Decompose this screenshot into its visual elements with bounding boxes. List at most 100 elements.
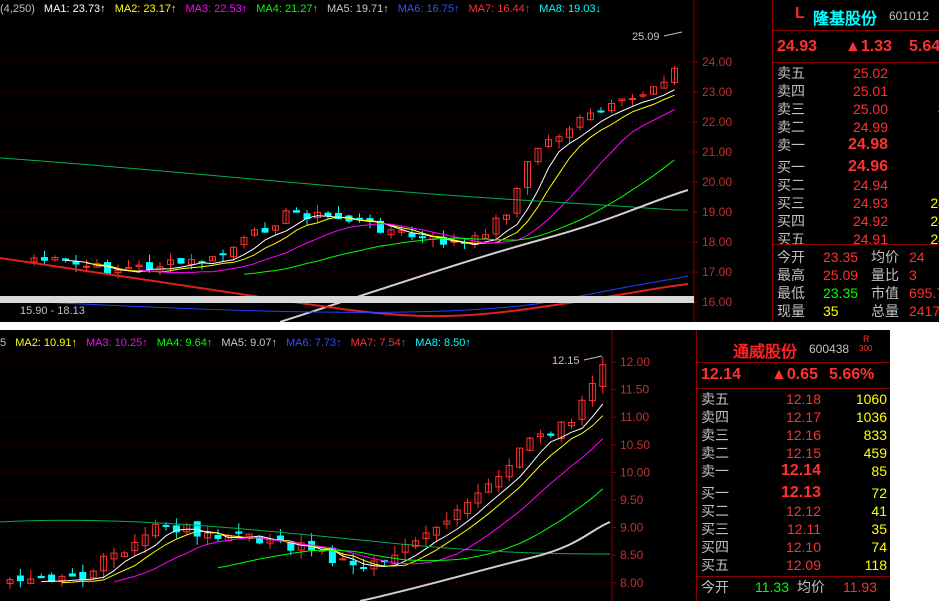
- bottom-quote-panel: 通威股份 600438 R 300 12.14 ▲0.65 5.66% 卖五 12…: [696, 330, 890, 601]
- bottom-order-label: 买二: [701, 503, 729, 519]
- top-order-label: 卖二: [777, 119, 805, 135]
- top-axis-tick-label: 18.00: [702, 235, 732, 249]
- top-stat-label: 总量: [871, 303, 899, 319]
- bottom-order-label: 买四: [701, 539, 729, 555]
- bottom-order-volume: 35: [871, 521, 887, 537]
- bottom-badge-300: 300: [859, 344, 873, 353]
- bottom-ma-legend-item: MA4: 9.64↑: [156, 337, 213, 349]
- bottom-order-price: 12.18: [785, 391, 821, 407]
- top-horizontal-scrollbar[interactable]: [0, 296, 694, 303]
- top-ma-legend-item: MA3: 22.53↑: [185, 3, 248, 15]
- bottom-last-price: 12.14: [701, 366, 742, 383]
- bottom-axis-tick-label: 12.00: [620, 355, 650, 369]
- bottom-stock-code: 600438: [809, 342, 850, 356]
- top-long-ma-line: [0, 275, 689, 313]
- bottom-axis-tick-label: 9.50: [620, 493, 644, 507]
- bottom-order-label: 卖四: [701, 409, 729, 425]
- top-last-price: 24.93: [777, 38, 818, 55]
- top-axis-tick-label: 21.00: [702, 145, 732, 159]
- bottom-axis-tick-label: 10.00: [620, 465, 650, 479]
- top-order-volume: 24: [930, 195, 939, 211]
- bottom-order-label: 买一: [701, 485, 729, 501]
- bottom-order-row[interactable]: 买一 12.13 72: [697, 484, 890, 502]
- top-kline-panel: 24.00 23.00 22.00 21.00 20.00 19.00 18.00 17.00…: [0, 0, 939, 322]
- bottom-axis-tick-label: 8.00: [620, 576, 644, 590]
- top-stat-label: 均价: [871, 249, 899, 265]
- bottom-order-row[interactable]: 卖二 12.15 459: [697, 444, 890, 462]
- top-order-row[interactable]: 买五 24.91 24: [773, 230, 939, 248]
- top-order-label: 买三: [777, 195, 805, 211]
- bottom-order-row[interactable]: 卖四 12.17 1036: [697, 408, 890, 426]
- top-candle-body: [408, 232, 416, 238]
- bottom-order-volume: 74: [871, 539, 887, 555]
- top-stat-value: 23.35: [823, 285, 859, 301]
- bottom-candle-body: [16, 575, 24, 582]
- top-candle-body: [104, 262, 111, 274]
- top-order-row[interactable]: 卖五 25.02: [773, 64, 939, 82]
- bottom-order-row[interactable]: 买五 12.09 118: [697, 556, 890, 574]
- bottom-ma-legend-item: MA7: 7.54↑: [350, 337, 407, 349]
- top-order-row[interactable]: 卖四 25.01: [773, 82, 939, 100]
- bottom-order-volume: 118: [864, 557, 887, 573]
- top-order-row[interactable]: 买二 24.94: [773, 176, 939, 194]
- bottom-ma-line: [217, 488, 604, 569]
- bottom-candlestick-chart[interactable]: 12.00 11.50 11.00 10.50 10.00 9.50 9.00 8.50 8.0…: [0, 330, 696, 601]
- top-order-price: 24.91: [852, 231, 888, 247]
- top-range-label: 15.90 - 18.13: [20, 305, 85, 317]
- top-order-row[interactable]: 卖二 24.99: [773, 118, 939, 136]
- bottom-ma-legend: 5 MA2: 10.91↑ MA3: 10.25↑ MA4: 9.64↑ MA5: 9…: [0, 334, 480, 352]
- top-stat-value: 3: [909, 267, 917, 283]
- top-order-row[interactable]: 卖一 24.98: [773, 136, 939, 154]
- bottom-order-volume: 72: [871, 485, 887, 501]
- bottom-order-row[interactable]: 买四 12.10 74: [697, 538, 890, 556]
- bottom-candle-body: [68, 573, 76, 577]
- top-candle-body: [597, 110, 605, 113]
- bottom-badge-r: R: [863, 334, 870, 344]
- bottom-axis-tick-label: 11.00: [620, 410, 649, 424]
- top-candle-body: [83, 265, 90, 268]
- bottom-order-price: 12.11: [787, 521, 821, 537]
- top-order-row[interactable]: 买三 24.93 24: [773, 194, 939, 212]
- bottom-candle-body: [48, 574, 56, 582]
- bottom-order-row[interactable]: 卖三 12.16 833: [697, 426, 890, 444]
- top-order-price: 25.02: [852, 65, 888, 81]
- bottom-stock-name[interactable]: 通威股份: [733, 338, 797, 362]
- top-price-pct: 5.64: [909, 38, 939, 55]
- top-quote-panel: L 隆基股份 601012 24.93 ▲1.33 5.64 卖五 25.02 卖四…: [772, 0, 939, 322]
- top-order-price: 25.01: [852, 83, 888, 99]
- top-candlestick-chart[interactable]: 24.00 23.00 22.00 21.00 20.00 19.00 18.00 17.00…: [0, 0, 772, 322]
- top-order-row[interactable]: 卖三25.004: [773, 100, 939, 118]
- bottom-axis-tick-label: 11.50: [620, 383, 649, 397]
- top-order-label: 买一: [777, 159, 805, 175]
- top-candle-body: [219, 253, 227, 256]
- top-axis-tick-label: 23.00: [702, 85, 732, 99]
- top-candle-body: [324, 212, 332, 217]
- bottom-order-price: 12.09: [785, 557, 821, 573]
- top-order-row[interactable]: 买四 24.92 24: [773, 212, 939, 230]
- bottom-order-price: 12.12: [785, 503, 821, 519]
- bottom-order-row[interactable]: 卖一 12.14 85: [697, 462, 890, 480]
- top-stock-prefix: L: [795, 5, 805, 22]
- bottom-order-row[interactable]: 卖五 12.18 1060: [697, 390, 890, 408]
- top-stat-value: 2417: [909, 303, 939, 319]
- top-stats-row: 现量 35 总量 2417: [773, 302, 939, 320]
- bottom-axis-tick-label: 9.00: [620, 521, 644, 535]
- top-order-price: 24.94: [852, 177, 888, 193]
- top-ma-legend-item: MA4: 21.27↑: [256, 3, 318, 15]
- bottom-candle-body: [79, 571, 87, 580]
- bottom-axis-tick-label: 10.50: [620, 438, 650, 452]
- top-candle-body: [177, 258, 185, 264]
- top-stat-value: 24: [909, 249, 925, 265]
- bottom-order-row[interactable]: 买三 12.11 35: [697, 520, 890, 538]
- bottom-ma-prefix: 5: [0, 337, 7, 349]
- top-stock-name[interactable]: 隆基股份: [813, 5, 877, 29]
- bottom-candle-body: [214, 534, 222, 539]
- top-order-row[interactable]: 买一 24.96: [773, 158, 939, 176]
- bottom-order-row[interactable]: 买二 12.12 41: [697, 502, 890, 520]
- top-axis-tick-label: 19.00: [702, 205, 732, 219]
- bottom-candle-body: [235, 531, 243, 534]
- top-ma-legend-item: MA6: 16.75↑: [397, 3, 460, 15]
- top-order-price: 24.92: [852, 213, 888, 229]
- top-order-price: 25.00: [852, 101, 888, 117]
- top-axis-tick-label: 16.00: [702, 295, 732, 309]
